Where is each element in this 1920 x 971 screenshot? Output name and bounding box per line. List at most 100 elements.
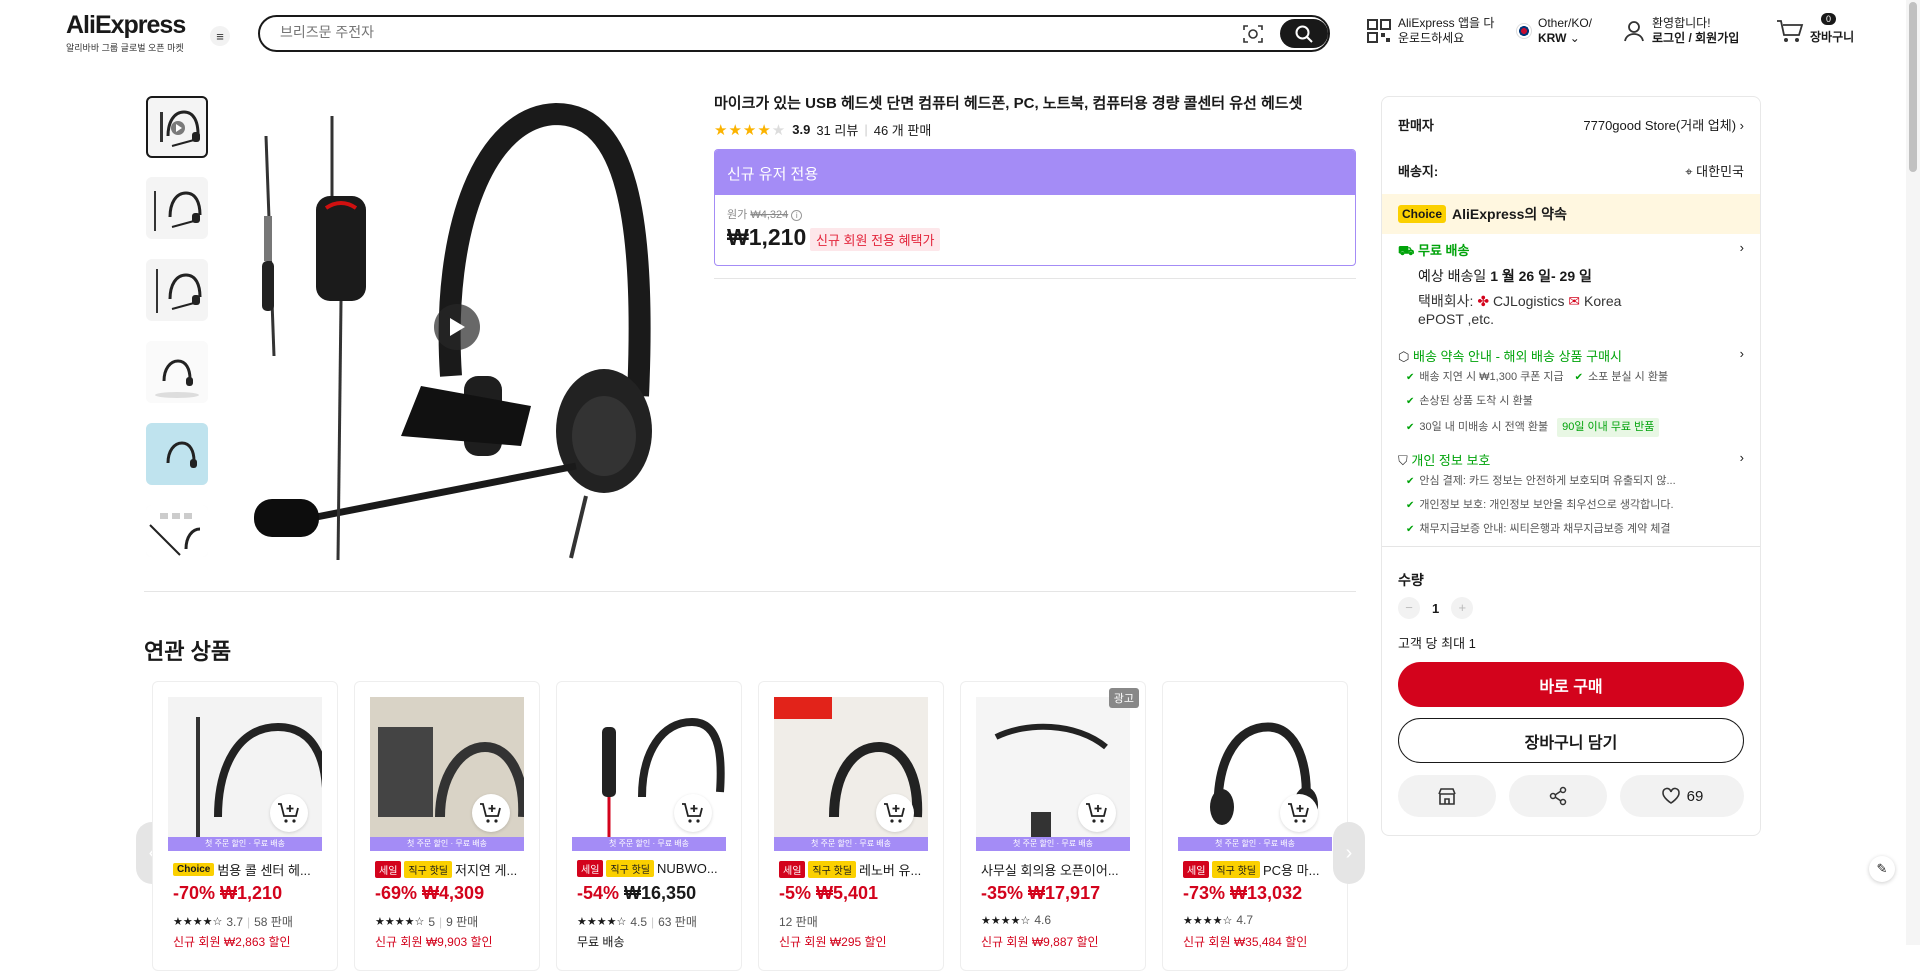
product-name-row[interactable]: 사무실 회의용 오픈이어... <box>981 860 1141 879</box>
product-name-row[interactable]: 세일 직구 핫딜 레노버 유... <box>779 860 939 879</box>
product-sold: 63 판매 <box>658 915 697 929</box>
thumbnail-image[interactable] <box>146 259 208 321</box>
privacy-row[interactable]: ⛉ 개인 정보 보호 › <box>1398 450 1744 469</box>
search-button[interactable] <box>1280 19 1328 48</box>
privacy-text: 개인정보 보호: 개인정보 보안을 최우선으로 생각합니다. <box>1419 499 1674 511</box>
chevron-right-icon: › <box>1345 841 1353 864</box>
page-scrollbar[interactable] <box>1906 0 1920 945</box>
new-user-promo-box: 신규 유저 전용 원가 ₩4,324 i ₩1,210 신규 회원 전용 혜택가 <box>714 149 1356 266</box>
chevron-right-icon: › <box>1739 118 1744 133</box>
seller-label: 판매자 <box>1398 118 1434 133</box>
product-price-value: ₩4,309 <box>422 883 485 903</box>
cart-icon <box>1777 19 1804 42</box>
info-icon[interactable]: i <box>791 210 803 221</box>
product-tag: 직구 핫딜 <box>808 861 856 878</box>
product-card[interactable]: 첫 주문 할인 · 무료 배송 세일 직구 핫딜 레노버 유... -5% ₩5,4… <box>758 681 944 971</box>
chevron-down-icon: ⌄ <box>1566 31 1580 45</box>
star-rating-icon: ★★★★☆ <box>981 914 1031 927</box>
privacy-item: ✔ 개인정보 보호: 개인정보 보안을 최우선으로 생각합니다. <box>1406 499 1674 511</box>
wishlist-button[interactable]: 69 <box>1620 775 1744 817</box>
ship-to-label: 배송지: <box>1398 164 1439 179</box>
product-stats: 12 판매 <box>779 913 818 930</box>
quantity-label: 수량 <box>1398 572 1424 588</box>
feedback-edit-button[interactable]: ✎ <box>1869 856 1895 882</box>
account-menu[interactable]: 환영합니다! 로그인 / 회원가입 <box>1622 16 1739 46</box>
cart-button[interactable]: 0 장바구니 <box>1776 13 1854 45</box>
thumbnail-image[interactable] <box>146 505 208 557</box>
product-price: -5% ₩5,401 <box>779 883 878 904</box>
add-to-cart-icon-button[interactable] <box>1078 794 1116 832</box>
add-to-cart-button[interactable]: 장바구니 담기 <box>1398 718 1744 763</box>
increase-button[interactable]: + <box>1451 597 1474 619</box>
product-card[interactable]: 첫 주문 할인 · 무료 배송 세일 직구 핫딜 저지연 게... -69% ₩4,… <box>354 681 540 971</box>
buy-now-button[interactable]: 바로 구매 <box>1398 662 1744 707</box>
category-menu-icon[interactable]: ≡ <box>210 26 230 46</box>
choice-tag: Choice <box>1398 205 1447 223</box>
guarantee-text: 손상된 상품 도착 시 환불 <box>1419 395 1533 407</box>
delivery-guarantee-row[interactable]: ⬡ 배송 약속 안내 - 해외 배송 상품 구매시 › <box>1398 346 1744 365</box>
play-icon <box>450 318 465 336</box>
guarantee-text: 소포 분실 시 환불 <box>1588 371 1669 383</box>
add-to-cart-icon-button[interactable] <box>270 794 308 832</box>
seller-row[interactable]: 판매자 7770good Store(거래 업체) › <box>1398 115 1744 134</box>
carrier-row: 택배회사: ✤ CJLogistics ✉ Korea ePOST ,etc. <box>1418 291 1744 327</box>
search-input[interactable] <box>280 24 1220 40</box>
product-discount: -69% <box>375 883 418 903</box>
product-discount: -73% <box>1183 883 1226 903</box>
quantity-stepper: − 1 + <box>1398 597 1744 619</box>
product-price: -35% ₩17,917 <box>981 883 1100 904</box>
quantity-value[interactable]: 1 <box>1432 601 1439 616</box>
guarantee-item: ✔ 배송 지연 시 ₩1,300 쿠폰 지급 ✔ 소포 분실 시 환불 <box>1406 371 1669 383</box>
guarantee-text: 배송 지연 시 ₩1,300 쿠폰 지급 <box>1419 371 1564 383</box>
product-name: NUBWO... <box>657 861 718 876</box>
sold-count: 46 개 판매 <box>873 123 932 138</box>
add-to-cart-icon-button[interactable] <box>674 794 712 832</box>
carrier-label: 택배회사: <box>1418 293 1474 309</box>
product-name-row[interactable]: 세일 직구 핫딜 PC용 마... <box>1183 860 1343 879</box>
cart-count-badge: 0 <box>1821 13 1837 25</box>
add-to-cart-icon-button[interactable] <box>876 794 914 832</box>
product-card[interactable]: 첫 주문 할인 · 무료 배송 세일 직구 핫딜 PC용 마... -73% ₩13… <box>1162 681 1348 971</box>
seller-name[interactable]: 7770good Store(거래 업체) <box>1583 118 1736 133</box>
product-card[interactable]: 첫 주문 할인 · 무료 배송 광고 사무실 회의용 오픈이어... -35% … <box>960 681 1146 971</box>
currency-text: KRW <box>1538 31 1567 45</box>
free-shipping-row[interactable]: ⛟ 무료 배송 › <box>1398 240 1744 261</box>
ship-to-row[interactable]: 배송지: ⌖ 대한민국 <box>1398 161 1744 180</box>
thumbnail-image[interactable] <box>146 177 208 239</box>
carousel-next-button[interactable]: › <box>1333 822 1365 884</box>
welcome-text: 환영합니다! <box>1652 16 1711 30</box>
thumbnail-video[interactable] <box>146 96 208 158</box>
login-link[interactable]: 로그인 / 회원가입 <box>1652 31 1739 45</box>
product-name-row[interactable]: 세일 직구 핫딜 NUBWO... <box>577 860 737 877</box>
add-to-cart-icon-button[interactable] <box>1280 794 1318 832</box>
aliexpress-logo[interactable]: AliExpress 알리바바 그룹 글로벌 오픈 마켓 <box>66 11 186 54</box>
scrollbar-thumb[interactable] <box>1909 2 1917 172</box>
play-video-button[interactable] <box>434 304 480 350</box>
star-rating-icon: ★★★★☆ <box>1183 914 1233 927</box>
product-card[interactable]: 첫 주문 할인 · 무료 배송 Choice 범용 콜 센터 헤... -70% … <box>152 681 338 971</box>
main-product-image[interactable] <box>226 96 690 561</box>
store-button[interactable] <box>1398 775 1496 817</box>
thumbnail-image[interactable] <box>146 341 208 403</box>
thumbnail-image[interactable] <box>146 423 208 485</box>
product-tag: 직구 핫딜 <box>606 860 654 877</box>
free-return-tag: 90일 이내 무료 반품 <box>1557 418 1660 437</box>
product-name: 레노버 유... <box>859 863 922 878</box>
add-to-cart-icon-button[interactable] <box>472 794 510 832</box>
chevron-right-icon: › <box>1739 346 1744 361</box>
region-selector[interactable]: Other/KO/KRW ⌄ <box>1516 16 1592 46</box>
cart-plus-icon <box>1288 803 1309 823</box>
share-button[interactable] <box>1509 775 1607 817</box>
cj-logo-icon: ✤ <box>1477 293 1490 309</box>
product-name-row[interactable]: 세일 직구 핫딜 저지연 게... <box>375 860 535 879</box>
review-count[interactable]: 31 리뷰 <box>816 120 858 139</box>
product-tag: Choice <box>173 863 215 876</box>
app-download[interactable]: AliExpress 앱을 다 운로드하세요 <box>1366 16 1494 46</box>
app-text-1: AliExpress 앱을 다 <box>1398 16 1495 30</box>
privacy-text: 채무지급보증 안내: 씨티은행과 채무지급보증 계약 체결 <box>1419 523 1671 535</box>
decrease-button[interactable]: − <box>1398 597 1420 619</box>
image-search-icon[interactable] <box>1242 23 1264 45</box>
product-name-row[interactable]: Choice 범용 콜 센터 헤... <box>173 860 333 879</box>
product-card[interactable]: 첫 주문 할인 · 무료 배송 세일 직구 핫딜 NUBWO... -54% ₩16… <box>556 681 742 971</box>
free-shipping-label: 무료 배송 <box>1417 243 1470 258</box>
